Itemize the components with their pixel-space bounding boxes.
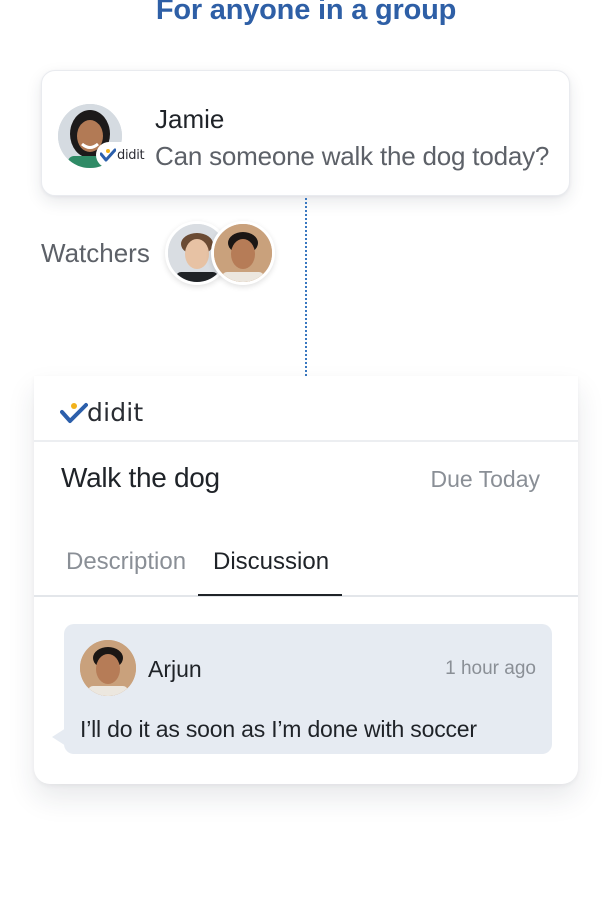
badge-label: didit [117,147,145,163]
avatar [80,640,136,696]
divider [34,440,578,442]
logo-text: didit [87,398,144,427]
due-label: Due Today [430,466,540,492]
watcher-avatar[interactable] [211,221,275,285]
comment-author: Arjun [148,656,202,682]
comment-bubble: Arjun 1 hour ago I’ll do it as soon as I… [52,624,552,754]
page-headline: For anyone in a group [155,0,457,26]
connector-line [305,198,307,376]
watchers-label: Watchers [41,238,150,268]
check-icon [60,402,88,423]
sender-name: Jamie [155,104,225,134]
didit-logo: didit [60,398,143,427]
comment-tail [52,728,66,746]
comment-text: I’ll do it as soon as I’m done with socc… [80,716,477,742]
message-card[interactable]: didit Jamie Can someone walk the dog tod… [41,70,570,196]
tab-description[interactable]: Description [66,548,186,576]
task-title: Walk the dog [61,462,220,493]
message-text: Can someone walk the dog today? [155,141,550,171]
tab-discussion[interactable]: Discussion [213,548,329,576]
task-card: didit Walk the dog Due Today Description… [34,376,578,784]
check-icon [100,148,116,162]
comment-time: 1 hour ago [445,658,536,679]
active-tab-indicator [198,594,342,596]
didit-badge: didit [96,142,148,168]
